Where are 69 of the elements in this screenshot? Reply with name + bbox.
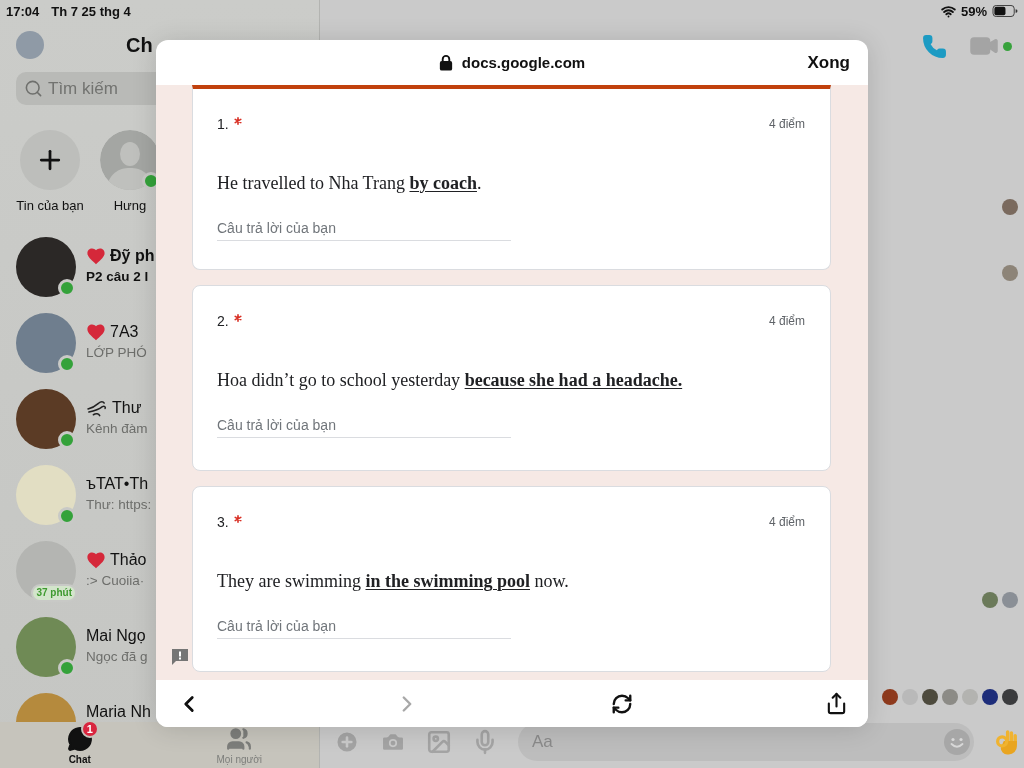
user-avatar bbox=[16, 617, 76, 677]
message-preview: Ngọc đã g bbox=[86, 648, 148, 666]
contact-name[interactable]: Đỹ ph bbox=[110, 246, 155, 266]
user-avatar bbox=[16, 313, 76, 373]
heart-icon bbox=[86, 323, 106, 341]
contact-name[interactable]: Thảo bbox=[110, 550, 147, 570]
seen-avatar bbox=[1002, 265, 1018, 281]
contact-name[interactable]: Mai Ngọ bbox=[86, 626, 146, 646]
plus-circle-icon[interactable] bbox=[334, 729, 360, 755]
phone-icon[interactable] bbox=[922, 33, 947, 59]
seen-avatar bbox=[922, 689, 938, 705]
points-label: 4 điểm bbox=[768, 314, 805, 328]
question-text: He travelled to Nha Trang by coach. bbox=[217, 172, 483, 195]
points-label: 4 điểm bbox=[768, 515, 805, 529]
question-number: 3. bbox=[217, 513, 229, 532]
question-number: 2. bbox=[217, 312, 229, 331]
message-preview: LỚP PHÓ bbox=[86, 344, 147, 362]
contact-name[interactable]: Thư bbox=[112, 398, 142, 418]
question-text: They are swimming in the swimming pool now. bbox=[217, 570, 570, 593]
contact-name[interactable]: Maria Nh bbox=[86, 702, 151, 722]
story-label: Hưng bbox=[113, 198, 147, 214]
seen-avatar bbox=[882, 689, 898, 705]
people-icon bbox=[226, 726, 253, 752]
contact-name[interactable]: ъTAT•Th bbox=[86, 474, 149, 494]
seen-avatar bbox=[1002, 199, 1018, 215]
battery-percent: 59% bbox=[960, 3, 987, 19]
seen-avatar bbox=[962, 689, 978, 705]
message-preview: P2 câu 2 l bbox=[86, 268, 150, 286]
user-avatar bbox=[16, 389, 76, 449]
done-button[interactable]: Xong bbox=[807, 52, 850, 73]
active-time-badge: 37 phút bbox=[31, 584, 77, 602]
reload-icon bbox=[611, 692, 634, 715]
sidebar-title: Ch bbox=[126, 33, 153, 58]
wifi-icon bbox=[940, 3, 956, 19]
lock-icon bbox=[438, 54, 453, 71]
heart-icon bbox=[86, 551, 106, 569]
url-text: docs.google.com bbox=[461, 54, 586, 71]
heart-icon bbox=[86, 247, 106, 265]
sidebar-tab[interactable]: 1 Chat bbox=[0, 722, 160, 768]
message-preview: Thư: https: bbox=[86, 496, 152, 514]
unread-badge: 1 bbox=[80, 720, 99, 738]
points-label: 4 điểm bbox=[768, 117, 805, 131]
question-number: 1. bbox=[217, 115, 229, 134]
seen-avatar bbox=[982, 689, 998, 705]
reload-button[interactable] bbox=[611, 692, 634, 715]
swirl-icon bbox=[86, 399, 108, 417]
profile-avatar[interactable] bbox=[16, 31, 44, 59]
feedback-icon[interactable] bbox=[170, 647, 190, 667]
smiley-icon[interactable] bbox=[944, 729, 970, 755]
seen-avatar bbox=[1002, 592, 1018, 608]
user-avatar bbox=[16, 237, 76, 297]
story-label: Tin của bạn bbox=[16, 198, 84, 214]
ok-hand-icon[interactable] bbox=[994, 728, 1020, 756]
answer-field[interactable]: Câu trả lời của bạn bbox=[217, 412, 511, 438]
answer-field[interactable]: Câu trả lời của bạn bbox=[217, 215, 511, 241]
seen-avatar bbox=[982, 592, 998, 608]
battery-icon bbox=[992, 5, 1018, 17]
clock-time: 17:04 bbox=[6, 3, 40, 19]
question-text: Hoa didn’t go to school yesterday because she had a headache. bbox=[217, 369, 684, 392]
message-preview: Kênh đàm bbox=[86, 420, 148, 438]
seen-avatar bbox=[1002, 689, 1018, 705]
seen-avatar bbox=[942, 689, 958, 705]
date-text: Th 7 25 thg 4 bbox=[51, 3, 131, 19]
contact-name[interactable]: 7A3 bbox=[110, 322, 139, 342]
answer-field[interactable]: Câu trả lời của bạn bbox=[217, 613, 511, 639]
message-preview: :> Cuoiia· bbox=[86, 572, 146, 590]
image-icon[interactable] bbox=[426, 729, 452, 755]
chat-bubble-icon bbox=[66, 726, 93, 752]
search-icon bbox=[24, 79, 43, 98]
